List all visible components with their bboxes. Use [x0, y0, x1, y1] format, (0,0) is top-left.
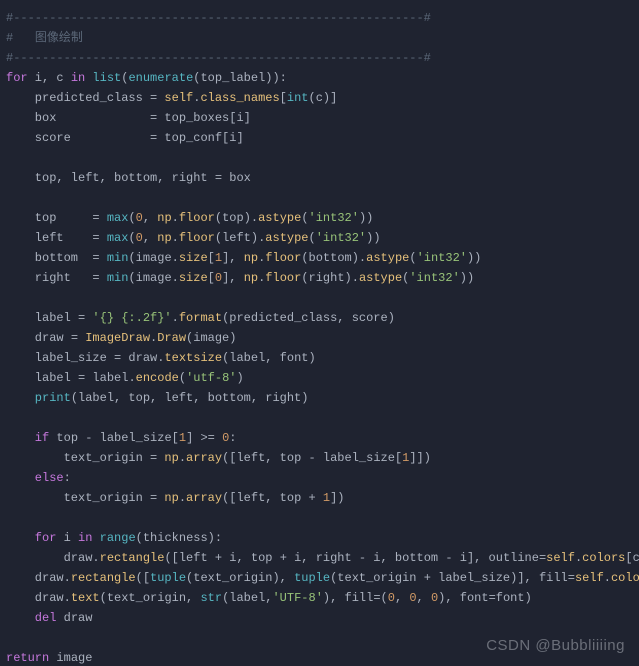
comment-line: #---------------------------------------… — [6, 11, 431, 25]
code-editor: #---------------------------------------… — [0, 0, 639, 666]
comment-line: # 图像绘制 — [6, 31, 83, 45]
comment-line: #---------------------------------------… — [6, 51, 431, 65]
kw-for: for — [6, 71, 28, 85]
